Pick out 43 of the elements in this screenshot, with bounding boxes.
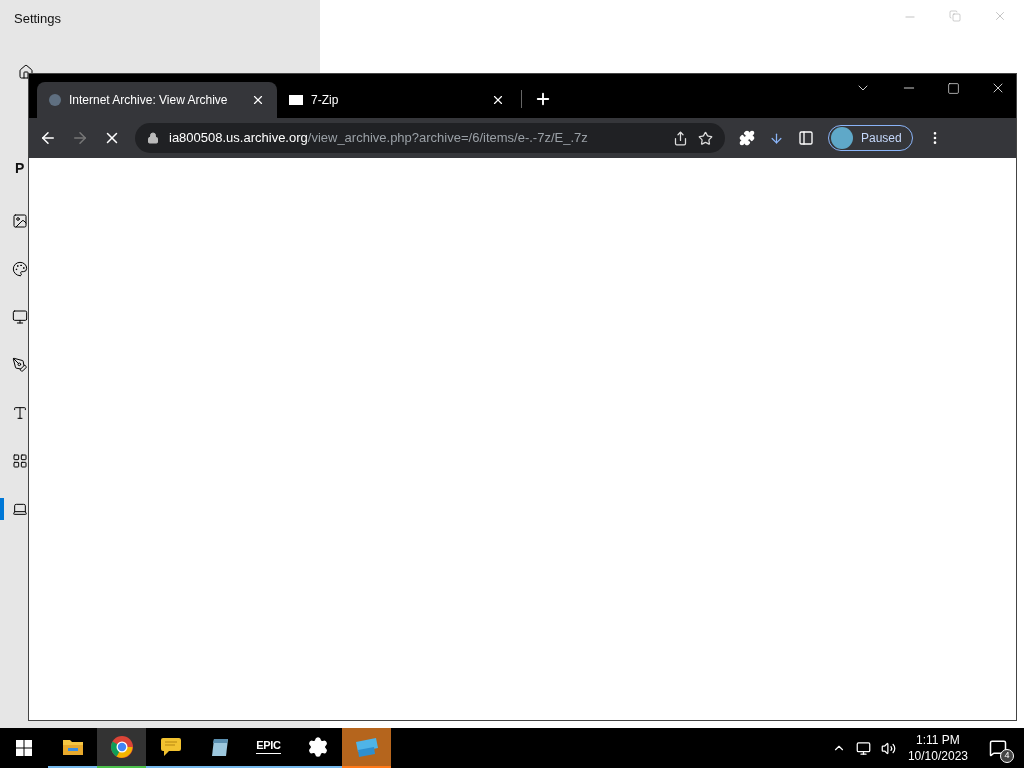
palette-icon bbox=[12, 261, 28, 277]
network-icon[interactable] bbox=[855, 740, 871, 756]
taskbar-button[interactable]: EPIC bbox=[244, 728, 293, 768]
epic-logo: EPIC bbox=[256, 740, 281, 754]
notification-icon bbox=[989, 739, 1007, 757]
time-text: 1:11 PM bbox=[916, 732, 960, 748]
address-bar[interactable]: ia800508.us.archive.org/view_archive.php?archive=/6/items/e-.-7z/E_.7z bbox=[135, 123, 725, 153]
section-heading: P bbox=[15, 159, 25, 178]
lock-screen-icon bbox=[12, 309, 28, 325]
start-icon bbox=[12, 453, 28, 469]
back-icon[interactable] bbox=[39, 129, 57, 147]
volume-icon[interactable] bbox=[880, 740, 896, 756]
browser-icon bbox=[109, 735, 134, 759]
close-icon[interactable] bbox=[251, 93, 265, 107]
speech-bubble-icon bbox=[159, 736, 182, 758]
tab-title: 7-Zip bbox=[311, 92, 340, 109]
folder-icon bbox=[61, 737, 84, 757]
taskbar-button[interactable] bbox=[97, 728, 146, 768]
download-icon[interactable] bbox=[769, 130, 784, 146]
browser-tab[interactable]: Internet Archive: View Archive bbox=[37, 82, 277, 118]
tab-title: Internet Archive: View Archive bbox=[69, 92, 229, 109]
clock[interactable]: 1:11 PM 10/10/2023 bbox=[905, 732, 970, 764]
notification-badge: 4 bbox=[1000, 749, 1014, 763]
picture-icon bbox=[12, 213, 28, 229]
themes-icon bbox=[12, 357, 28, 373]
maximize-icon[interactable] bbox=[947, 81, 960, 95]
avatar-icon bbox=[831, 127, 853, 149]
date-text: 10/10/2023 bbox=[907, 748, 968, 764]
app-icon bbox=[353, 736, 380, 758]
app-icon bbox=[289, 95, 303, 105]
close-icon[interactable] bbox=[491, 93, 505, 107]
taskbar-icon bbox=[12, 501, 28, 517]
action-center-button[interactable]: 4 bbox=[980, 733, 1016, 763]
window-title: Settings bbox=[14, 10, 61, 28]
new-tab-icon[interactable] bbox=[534, 90, 552, 108]
side-panel-icon[interactable] bbox=[798, 130, 814, 146]
share-icon[interactable] bbox=[673, 130, 688, 146]
globe-icon bbox=[49, 94, 61, 106]
url-text: ia800508.us.archive.org/view_archive.php?archive=/6/items/e-.-7z/E_.7z bbox=[169, 129, 589, 148]
star-icon[interactable] bbox=[698, 130, 713, 146]
windows-logo-icon bbox=[16, 740, 32, 756]
forward-icon[interactable] bbox=[71, 129, 89, 147]
fonts-icon bbox=[12, 405, 28, 421]
